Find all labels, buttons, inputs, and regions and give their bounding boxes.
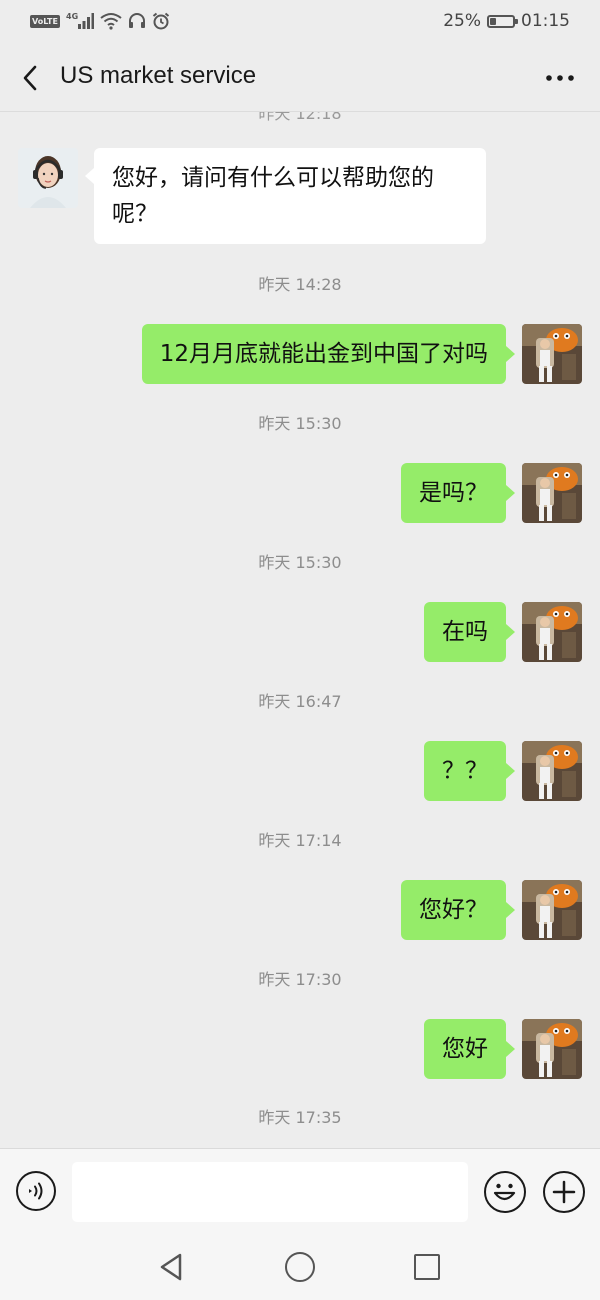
message-input[interactable] bbox=[72, 1162, 468, 1222]
svg-text:4G: 4G bbox=[66, 12, 78, 21]
emoji-button[interactable] bbox=[484, 1171, 526, 1213]
timestamp: 昨天 12:18 bbox=[258, 112, 342, 123]
battery-icon bbox=[487, 14, 518, 28]
agent-avatar-image bbox=[18, 148, 78, 208]
user-avatar-image bbox=[522, 324, 582, 384]
user-avatar[interactable] bbox=[522, 1019, 582, 1079]
message-bubble-outgoing[interactable]: 在吗 bbox=[424, 602, 515, 662]
message-group: 昨天 17:14 bbox=[0, 830, 600, 852]
chat-area[interactable]: 昨天 12:18 您好，请问有什么可以帮助您的呢？ 昨天 14:28 12月月底… bbox=[0, 112, 600, 1148]
message-text: 是吗？ bbox=[419, 480, 488, 506]
nav-home-icon[interactable] bbox=[285, 1252, 315, 1282]
volte-icon: VoLTE bbox=[30, 14, 60, 28]
message-text: ？？ bbox=[442, 758, 488, 784]
message-text: 在吗 bbox=[442, 619, 488, 645]
timestamp: 昨天 17:30 bbox=[258, 970, 342, 989]
message-text: 12月月底就能出金到中国了对吗 bbox=[159, 341, 488, 367]
headphones-icon bbox=[128, 13, 145, 28]
plus-icon bbox=[552, 1180, 576, 1204]
voice-icon bbox=[29, 1182, 43, 1200]
user-avatar-image bbox=[522, 602, 582, 662]
chevron-left-icon bbox=[23, 65, 37, 91]
message-bubble-outgoing[interactable]: 您好 bbox=[424, 1019, 515, 1079]
timestamp: 昨天 17:35 bbox=[258, 1108, 342, 1127]
message-text: 您好 bbox=[442, 1036, 488, 1062]
chat-header: US market service bbox=[0, 44, 600, 112]
nav-recent-icon[interactable] bbox=[414, 1254, 440, 1280]
timestamp: 昨天 15:30 bbox=[258, 414, 342, 433]
user-avatar-image bbox=[522, 463, 582, 523]
message-group: 昨天 15:30 bbox=[0, 552, 600, 574]
more-button[interactable] bbox=[538, 58, 582, 98]
message-text: 您好？ bbox=[419, 897, 488, 923]
message-bubble-outgoing[interactable]: 您好？ bbox=[401, 880, 515, 940]
agent-avatar[interactable] bbox=[18, 148, 78, 208]
battery-percent: 25% bbox=[443, 11, 481, 31]
system-nav-bar bbox=[0, 1234, 600, 1300]
voice-button[interactable] bbox=[16, 1171, 56, 1211]
user-avatar-image bbox=[522, 741, 582, 801]
battery-fill bbox=[490, 17, 496, 25]
user-avatar[interactable] bbox=[522, 463, 582, 523]
plus-button[interactable] bbox=[543, 1171, 585, 1213]
user-avatar[interactable] bbox=[522, 324, 582, 384]
timestamp: 昨天 17:14 bbox=[258, 831, 342, 850]
message-group: 昨天 14:28 bbox=[0, 274, 600, 296]
alarm-icon bbox=[152, 12, 170, 30]
message-bubble-incoming[interactable]: 您好，请问有什么可以帮助您的呢？ bbox=[85, 148, 486, 244]
more-dots-icon bbox=[546, 75, 574, 81]
back-button[interactable] bbox=[14, 58, 46, 98]
timestamp: 昨天 16:47 bbox=[258, 692, 342, 711]
signal-icon: 4G bbox=[66, 12, 94, 29]
message-text: 您好，请问有什么可以帮助您的呢？ bbox=[112, 165, 434, 227]
message-group: 昨天 16:47 bbox=[0, 691, 600, 713]
wifi-icon bbox=[100, 13, 122, 30]
user-avatar[interactable] bbox=[522, 602, 582, 662]
message-bubble-outgoing[interactable]: 是吗？ bbox=[401, 463, 515, 523]
message-group: 昨天 17:30 bbox=[0, 969, 600, 991]
message-group: 昨天 15:30 bbox=[0, 413, 600, 435]
user-avatar-image bbox=[522, 1019, 582, 1079]
timestamp: 昨天 14:28 bbox=[258, 275, 342, 294]
input-bar bbox=[0, 1148, 600, 1234]
status-icons-right: 25% 01:15 bbox=[443, 10, 570, 32]
status-icons-left: VoLTE 4G bbox=[30, 10, 170, 32]
message-group: 昨天 17:35 bbox=[0, 1107, 600, 1129]
chat-title: US market service bbox=[60, 62, 257, 89]
user-avatar[interactable] bbox=[522, 880, 582, 940]
nav-back-button[interactable] bbox=[156, 1251, 188, 1283]
status-bar: VoLTE 4G 25% 01:15 bbox=[0, 0, 600, 44]
timestamp: 昨天 15:30 bbox=[258, 553, 342, 572]
user-avatar[interactable] bbox=[522, 741, 582, 801]
message-bubble-outgoing[interactable]: ？？ bbox=[424, 741, 515, 801]
clock: 01:15 bbox=[521, 11, 570, 31]
emoji-icon bbox=[493, 1183, 516, 1201]
user-avatar-image bbox=[522, 880, 582, 940]
nav-back-icon bbox=[160, 1253, 182, 1281]
message-bubble-outgoing[interactable]: 12月月底就能出金到中国了对吗 bbox=[141, 324, 516, 384]
